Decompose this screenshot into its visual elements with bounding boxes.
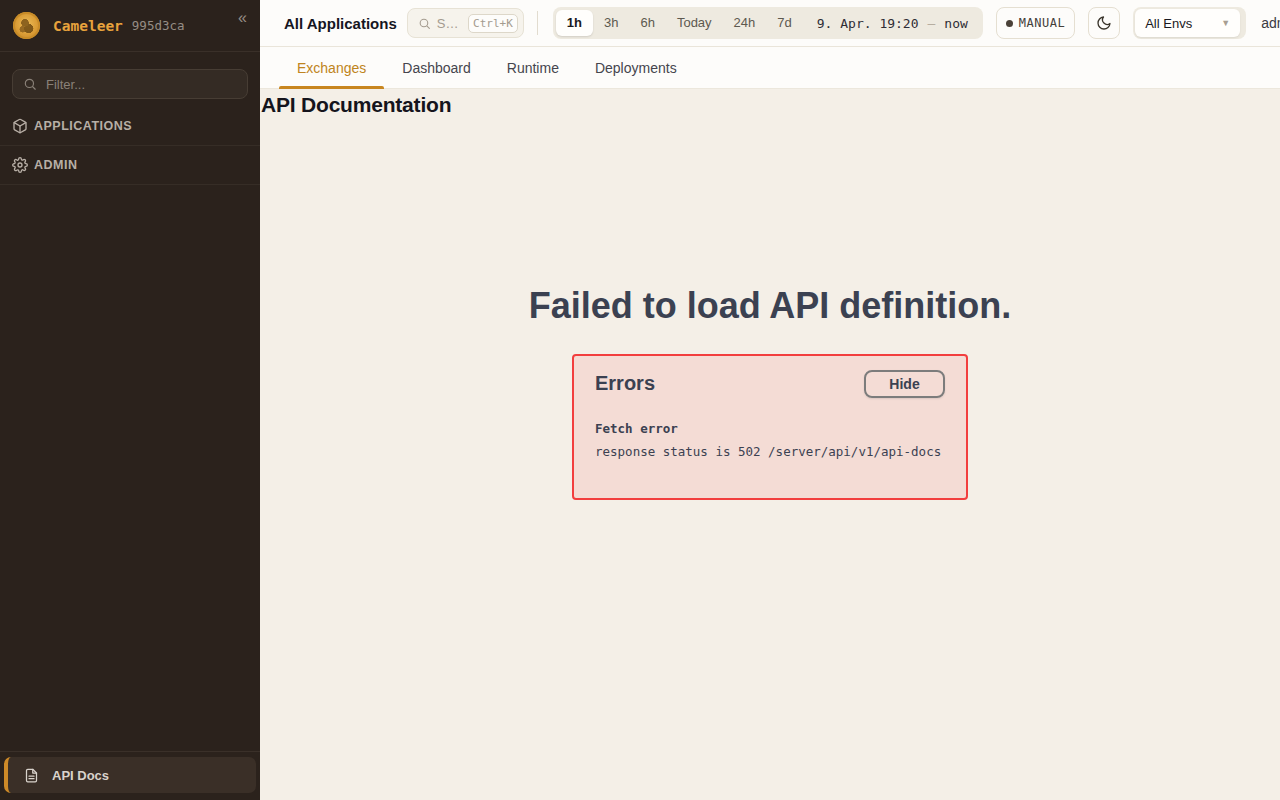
search-placeholder: S… <box>437 16 459 31</box>
topbar-divider <box>537 11 538 35</box>
time-range-24h[interactable]: 24h <box>723 10 767 36</box>
filter-placeholder: Filter... <box>46 77 85 92</box>
environment-selected: All Envs ▼ <box>1135 9 1240 37</box>
sidebar-header: Cameleer 995d3ca « <box>0 0 260 52</box>
environment-select[interactable]: All Envs ▼ <box>1133 7 1246 39</box>
sidebar-footer: API Docs <box>0 751 260 800</box>
global-search-input[interactable]: S… Ctrl+K <box>407 8 524 38</box>
manual-refresh-button[interactable]: MANUAL <box>996 7 1075 39</box>
error-message: response status is 502 /server/api/v1/ap… <box>595 444 945 459</box>
tab-dashboard[interactable]: Dashboard <box>384 47 489 88</box>
sidebar-filter-input[interactable]: Filter... <box>12 69 248 99</box>
environment-value: All Envs <box>1145 16 1192 31</box>
hide-errors-button[interactable]: Hide <box>864 370 945 398</box>
sidebar-section-label: APPLICATIONS <box>34 119 132 133</box>
errors-panel: Errors Hide Fetch error response status … <box>572 354 968 500</box>
build-version: 995d3ca <box>132 18 185 33</box>
time-range-7d[interactable]: 7d <box>766 10 802 36</box>
range-to: now <box>944 16 967 31</box>
range-separator: — <box>928 16 936 31</box>
search-shortcut-kbd: Ctrl+K <box>468 14 518 33</box>
time-range-3h[interactable]: 3h <box>593 10 629 36</box>
manual-label: MANUAL <box>1019 16 1065 30</box>
errors-panel-title: Errors <box>595 372 655 395</box>
package-icon <box>12 118 28 134</box>
tab-exchanges[interactable]: Exchanges <box>279 47 384 88</box>
main-content: API Documentation Failed to load API def… <box>260 89 1280 800</box>
time-range-display[interactable]: 9. Apr. 19:20 — now <box>803 16 980 31</box>
sidebar: Cameleer 995d3ca « Filter... APPLICATION… <box>0 0 260 800</box>
cameleer-logo-icon <box>13 12 40 39</box>
time-range-today[interactable]: Today <box>666 10 723 36</box>
page-context-title: All Applications <box>284 15 397 32</box>
tab-runtime[interactable]: Runtime <box>489 47 577 88</box>
sidebar-section-applications[interactable]: APPLICATIONS <box>0 107 260 146</box>
page-title: API Documentation <box>261 93 451 117</box>
chevron-down-icon: ▼ <box>1221 18 1230 28</box>
time-range-group: 1h 3h 6h Today 24h 7d 9. Apr. 19:20 — no… <box>553 7 983 39</box>
error-name: Fetch error <box>595 421 945 436</box>
sidebar-item-api-docs[interactable]: API Docs <box>4 757 256 793</box>
sidebar-section-admin[interactable]: ADMIN <box>0 146 260 185</box>
topbar: All Applications S… Ctrl+K 1h 3h 6h Toda… <box>260 0 1280 47</box>
collapse-sidebar-icon[interactable]: « <box>238 10 247 26</box>
time-range-6h[interactable]: 6h <box>629 10 665 36</box>
status-dot-icon <box>1006 20 1013 27</box>
brand-name: Cameleer <box>53 18 123 34</box>
search-icon <box>23 77 37 91</box>
tab-deployments[interactable]: Deployments <box>577 47 695 88</box>
gear-icon <box>12 157 28 173</box>
search-icon <box>418 17 431 30</box>
user-name: admin <box>1261 15 1280 31</box>
fail-message: Failed to load API definition. <box>260 285 1280 327</box>
moon-icon <box>1096 15 1112 31</box>
sidebar-section-label: ADMIN <box>34 158 77 172</box>
time-range-1h[interactable]: 1h <box>556 10 593 36</box>
tabs-bar: Exchanges Dashboard Runtime Deployments <box>260 47 1280 89</box>
range-from: 9. Apr. 19:20 <box>817 16 919 31</box>
sidebar-item-label: API Docs <box>52 768 109 783</box>
dark-mode-toggle[interactable] <box>1088 7 1120 39</box>
file-text-icon <box>24 768 39 783</box>
